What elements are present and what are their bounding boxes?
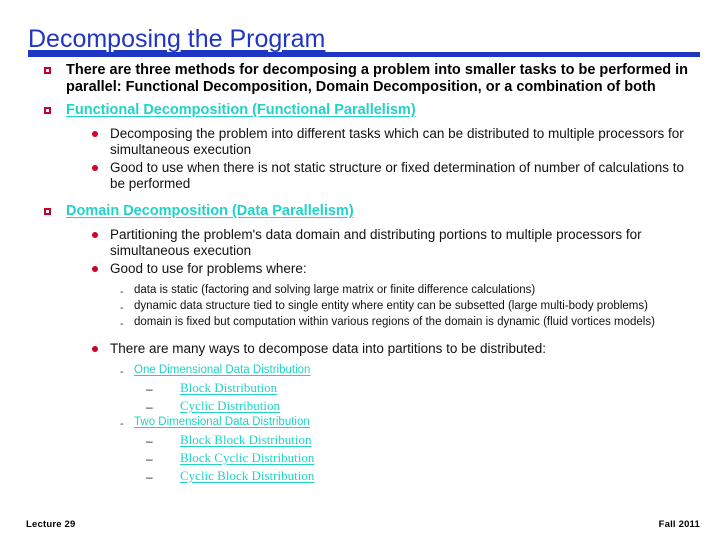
bullet-level1-functional-decomposition[interactable]: Functional Decomposition (Functional Par…: [0, 102, 720, 120]
bullet-level2-item: Partitioning the problem's data domain a…: [0, 227, 720, 259]
bullet-level2-text: There are many ways to decompose data in…: [110, 341, 546, 356]
link-two-dimensional-data-distribution[interactable]: Two Dimensional Data Distribution: [134, 416, 720, 430]
link-row-one-dimensional[interactable]: - One Dimensional Data Distribution: [0, 364, 720, 379]
bullet-level3-text: domain is fixed but computation within v…: [134, 316, 655, 328]
square-bullet-icon: [44, 102, 66, 120]
link-block-cyclic-distribution[interactable]: Block Cyclic Distribution: [180, 450, 720, 466]
page-title: Decomposing the Program: [28, 25, 326, 53]
bullet-level2-item: Good to use for problems where:: [0, 261, 720, 277]
dot-bullet-icon: [92, 261, 110, 272]
endash-bullet-icon: –: [146, 434, 153, 448]
dot-bullet-icon: [92, 227, 110, 238]
bullet-level3-text: data is static (factoring and solving la…: [134, 284, 536, 296]
slide-body: There are three methods for decomposing …: [0, 62, 720, 486]
link-block-distribution[interactable]: Block Distribution: [180, 380, 720, 396]
footer-lecture-label: Lecture 29: [26, 519, 76, 530]
dash-bullet-icon: -: [120, 286, 124, 298]
slide: Decomposing the Program There are three …: [0, 0, 720, 540]
link-cyclic-block-distribution[interactable]: Cyclic Block Distribution: [180, 468, 720, 484]
square-bullet-icon: [44, 203, 66, 221]
endash-bullet-icon: –: [146, 400, 153, 414]
dash-bullet-icon: -: [120, 418, 124, 430]
endash-bullet-icon: –: [146, 382, 153, 396]
endash-bullet-icon: –: [146, 452, 153, 466]
link-row-block-cyclic-distribution[interactable]: – Block Cyclic Distribution: [0, 450, 720, 467]
title-accent-bar: [28, 52, 700, 57]
link-row-block-block-distribution[interactable]: – Block Block Distribution: [0, 432, 720, 449]
bullet-level2-text: Partitioning the problem's data domain a…: [110, 227, 642, 258]
link-cyclic-distribution[interactable]: Cyclic Distribution: [180, 398, 720, 414]
link-one-dimensional-data-distribution[interactable]: One Dimensional Data Distribution: [134, 364, 720, 378]
dash-bullet-icon: -: [120, 318, 124, 330]
link-functional-decomposition[interactable]: Functional Decomposition (Functional Par…: [66, 102, 720, 119]
dot-bullet-icon: [92, 160, 110, 171]
dash-bullet-icon: -: [120, 302, 124, 314]
dash-bullet-icon: -: [120, 366, 124, 378]
endash-bullet-icon: –: [146, 470, 153, 484]
dot-bullet-icon: [92, 126, 110, 137]
bullet-level2-text: Good to use when there is not static str…: [110, 160, 685, 191]
link-block-block-distribution[interactable]: Block Block Distribution: [180, 432, 720, 448]
bullet-level2-decompose-ways: There are many ways to decompose data in…: [0, 341, 720, 357]
link-row-cyclic-distribution[interactable]: – Cyclic Distribution: [0, 398, 720, 415]
bullet-level1-intro: There are three methods for decomposing …: [0, 62, 720, 96]
bullet-level2-text: Good to use for problems where:: [110, 261, 307, 276]
bullet-level3-item: - dynamic data structure tied to single …: [0, 300, 720, 315]
link-row-cyclic-block-distribution[interactable]: – Cyclic Block Distribution: [0, 468, 720, 485]
bullet-level2-item: Good to use when there is not static str…: [0, 160, 720, 192]
bullet-level3-item: - domain is fixed but computation within…: [0, 316, 720, 331]
bullet-level3-item: - data is static (factoring and solving …: [0, 284, 720, 299]
bullet-level3-text: dynamic data structure tied to single en…: [134, 300, 648, 312]
bullet-level1-text: There are three methods for decomposing …: [66, 62, 689, 95]
link-row-block-distribution[interactable]: – Block Distribution: [0, 380, 720, 397]
title-container: Decomposing the Program: [28, 26, 700, 53]
square-bullet-icon: [44, 62, 66, 80]
footer-term-label: Fall 2011: [658, 519, 700, 530]
bullet-level2-item: Decomposing the problem into different t…: [0, 126, 720, 158]
dot-bullet-icon: [92, 341, 110, 352]
bullet-level1-domain-decomposition[interactable]: Domain Decomposition (Data Parallelism): [0, 203, 720, 221]
bullet-level2-text: Decomposing the problem into different t…: [110, 126, 684, 157]
link-row-two-dimensional[interactable]: - Two Dimensional Data Distribution: [0, 416, 720, 431]
link-domain-decomposition[interactable]: Domain Decomposition (Data Parallelism): [66, 203, 720, 220]
